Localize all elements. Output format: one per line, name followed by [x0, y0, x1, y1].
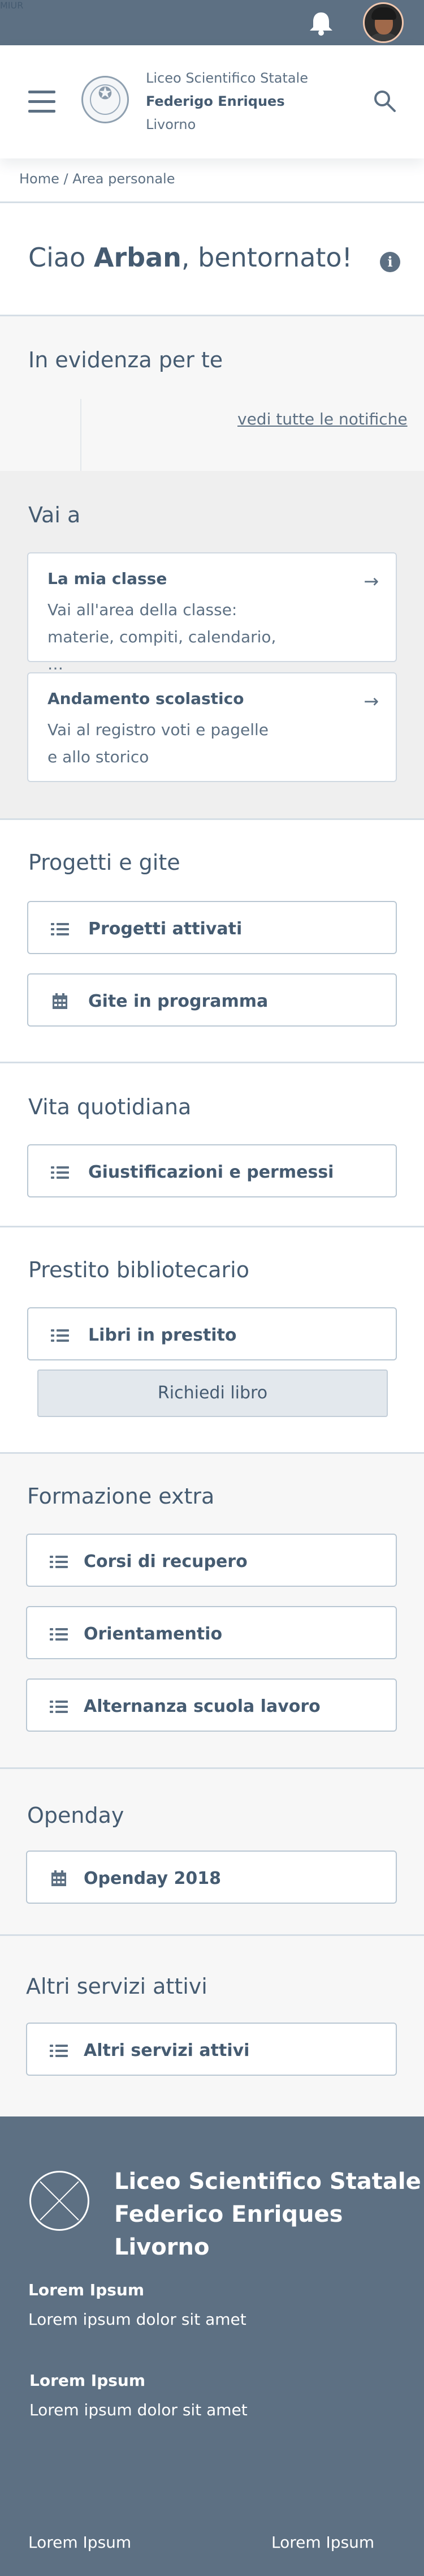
justifications-button[interactable]: Giustificazioni e permessi [27, 1144, 397, 1197]
greeting: Ciao Arban, bentornato! [28, 242, 352, 273]
divider [0, 1226, 424, 1227]
miur-brand[interactable]: MIUR [0, 0, 23, 11]
list-icon [50, 1695, 68, 1718]
card-title: Andamento scolastico [47, 689, 244, 708]
daily-life-title: Vita quotidiana [28, 1094, 192, 1119]
calendar-icon [51, 990, 69, 1012]
list-icon [51, 917, 69, 940]
footer-text: Lorem ipsum dolor sit amet [29, 2401, 248, 2419]
library-title: Prestito bibliotecario [28, 1257, 249, 1282]
list-icon [50, 1550, 68, 1573]
republic-seal-logo: ✪ [81, 76, 129, 123]
button-label: Progetti attivati [88, 919, 243, 939]
list-icon [50, 2039, 68, 2062]
user-avatar[interactable] [363, 2, 404, 43]
highlights-title: In evidenza per te [28, 347, 223, 372]
list-icon [50, 1622, 68, 1645]
button-label: Giustificazioni e permessi [88, 1162, 334, 1182]
button-label: Orientamentio [84, 1624, 223, 1644]
search-icon[interactable] [372, 88, 397, 113]
calendar-icon [50, 1867, 68, 1890]
card-description-line: materie, compiti, calendario, … [47, 628, 276, 673]
trips-button[interactable]: Gite in programma [27, 973, 397, 1027]
divider [0, 818, 424, 820]
card-title: La mia classe [47, 569, 167, 588]
button-label: Gite in programma [88, 991, 269, 1011]
button-label: Richiedi libro [157, 1383, 268, 1403]
other-services-button[interactable]: Altri servizi attivi [26, 2023, 397, 2076]
school-name-line2: Federigo Enriques [146, 93, 285, 109]
divider [0, 1062, 424, 1063]
breadcrumb[interactable]: Home / Area personale [19, 171, 175, 187]
extra-training-title: Formazione extra [27, 1484, 215, 1509]
all-notifications-link[interactable]: vedi tutte le notifiche [237, 410, 408, 428]
button-label: Altri servizi attivi [84, 2041, 250, 2060]
goto-title: Vai a [28, 503, 81, 527]
button-label: Corsi di recupero [84, 1552, 248, 1572]
openday-2018-button[interactable]: Openday 2018 [26, 1851, 397, 1904]
projects-button[interactable]: Progetti attivati [27, 901, 397, 954]
footer-school-name-line: Livorno [114, 2234, 210, 2260]
divider [80, 399, 81, 471]
card-description: Vai all'area della classe: materie, compi… [47, 596, 296, 678]
other-services-title: Altri servizi attivi [26, 1974, 207, 1999]
card-description-line: e allo storico [47, 748, 149, 766]
button-label: Libri in prestito [88, 1325, 237, 1345]
footer-heading: Lorem Ipsum [28, 2281, 145, 2299]
greeting-suffix: , bentornato! [181, 242, 353, 273]
user-name: Arban [93, 242, 181, 273]
request-book-button[interactable]: Richiedi libro [37, 1369, 388, 1417]
hamburger-menu-icon[interactable] [28, 91, 55, 113]
bell-icon[interactable] [305, 9, 337, 36]
highlights-section [0, 316, 424, 471]
card-description-line: Vai al registro voti e pagelle [47, 720, 269, 739]
button-label: Openday 2018 [84, 1869, 221, 1888]
recovery-courses-button[interactable]: Corsi di recupero [26, 1534, 397, 1587]
footer-heading: Lorem Ipsum [29, 2371, 146, 2390]
arrow-right-icon: → [364, 690, 379, 712]
borrowed-books-button[interactable]: Libri in prestito [27, 1307, 397, 1360]
school-name-line1: Liceo Scientifico Statale [146, 70, 308, 86]
list-icon [51, 1324, 69, 1346]
top-bar [0, 0, 424, 45]
card-school-progress[interactable]: Andamento scolastico Vai al registro vot… [27, 672, 397, 782]
greeting-prefix: Ciao [28, 242, 94, 273]
button-label: Alternanza scuola lavoro [84, 1697, 321, 1716]
card-description-line: Vai all'area della classe: [47, 600, 237, 619]
card-description: Vai al registro voti e pagelle e allo sto… [47, 716, 296, 771]
footer-school-name-line: Federico Enriques [114, 2201, 343, 2227]
info-icon[interactable]: i [380, 252, 400, 272]
footer-school-name: Liceo Scientifico Statale Federico Enriq… [114, 2165, 421, 2264]
placeholder-logo [29, 2171, 89, 2231]
footer-link[interactable]: Lorem Ipsum [28, 2533, 131, 2552]
arrow-right-icon: → [364, 570, 379, 592]
card-my-class[interactable]: La mia classe Vai all'area della classe:… [27, 552, 397, 673]
school-name-line3: Livorno [146, 117, 196, 132]
footer-text: Lorem ipsum dolor sit amet [28, 2310, 246, 2329]
work-alternation-button[interactable]: Alternanza scuola lavoro [26, 1678, 397, 1732]
footer-school-name-line: Liceo Scientifico Statale [114, 2169, 421, 2195]
footer-link[interactable]: Lorem Ipsum [271, 2533, 374, 2552]
orientation-button[interactable]: Orientamentio [26, 1606, 397, 1659]
list-icon [51, 1161, 69, 1183]
openday-title: Openday [27, 1803, 124, 1828]
projects-title: Progetti e gite [28, 850, 180, 875]
divider [0, 201, 424, 203]
